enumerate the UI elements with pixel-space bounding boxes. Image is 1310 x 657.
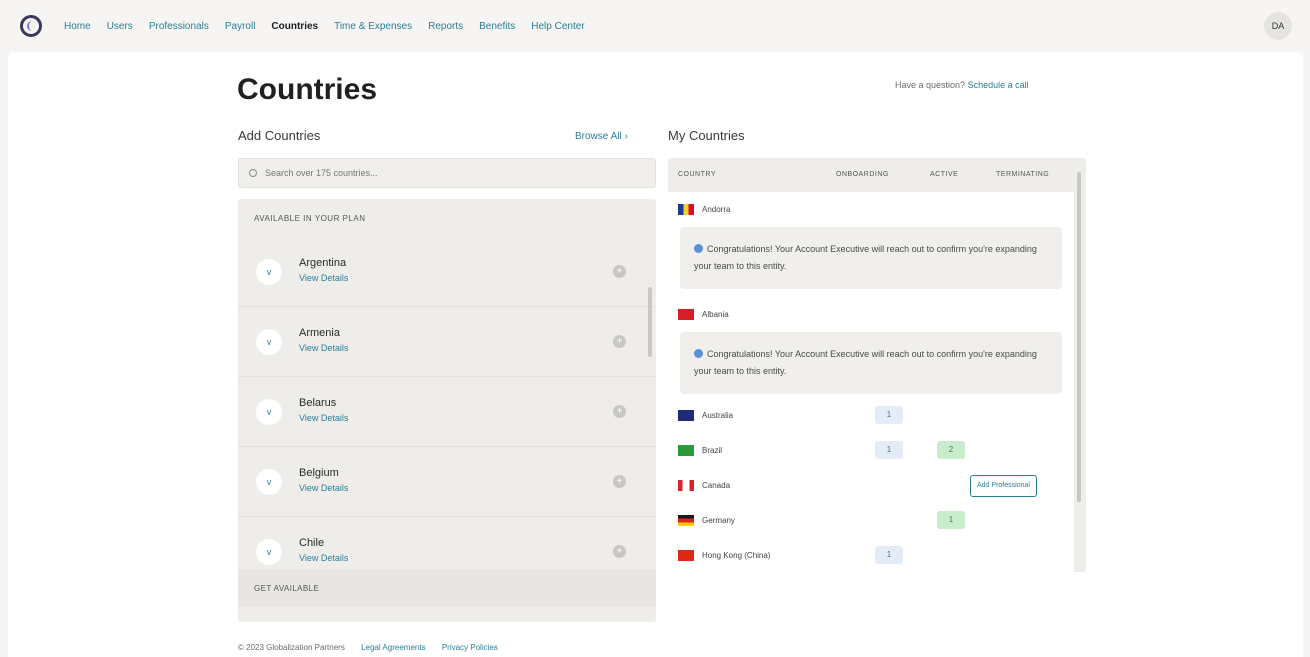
country-name: Argentina <box>299 257 347 269</box>
chevron-down-icon[interactable]: v <box>256 329 282 355</box>
table-header: Country Onboarding Active Terminating <box>668 158 1086 192</box>
nav-home[interactable]: Home <box>64 21 91 32</box>
nav-help-center[interactable]: Help Center <box>531 21 584 32</box>
add-icon[interactable]: + <box>613 475 626 488</box>
schedule-call-link[interactable]: Schedule a call <box>968 80 1029 90</box>
my-countries-heading: My Countries <box>668 128 745 143</box>
country-name: Belarus <box>299 397 337 409</box>
country-name: Andorra <box>702 205 731 214</box>
flag-canada-icon <box>678 480 694 491</box>
list-item[interactable]: v Belgium View Details + <box>238 447 656 517</box>
info-icon <box>694 244 703 253</box>
onboarding-badge[interactable]: 1 <box>875 406 903 424</box>
chevron-down-icon[interactable]: v <box>256 259 282 285</box>
country-search[interactable] <box>238 158 656 188</box>
country-name: Belgium <box>299 467 339 479</box>
notice-box: Congratulations! Your Account Executive … <box>680 227 1062 289</box>
help-text: Have a question? Schedule a call <box>895 80 1029 90</box>
add-countries-panel: Available in your plan v Argentina View … <box>238 199 656 622</box>
footer: © 2023 Globalization Partners Legal Agre… <box>238 643 498 652</box>
copyright-text: © 2023 Globalization Partners <box>238 643 345 652</box>
my-countries-table: Andorra Congratulations! Your Account Ex… <box>668 192 1074 572</box>
table-row: Andorra <box>668 192 1074 227</box>
other-group-label: Get Available <box>238 569 656 607</box>
add-icon[interactable]: + <box>613 545 626 558</box>
group-label: Available in your plan <box>254 213 366 223</box>
table-row[interactable]: Australia 1 <box>668 398 1074 433</box>
flag-brazil-icon <box>678 445 694 456</box>
browse-all-link[interactable]: Browse All › <box>575 131 628 142</box>
active-badge[interactable]: 1 <box>937 511 965 529</box>
nav-countries[interactable]: Countries <box>271 21 318 32</box>
view-details-link[interactable]: View Details <box>299 343 348 353</box>
nav-time-expenses[interactable]: Time & Expenses <box>334 21 412 32</box>
view-details-link[interactable]: View Details <box>299 413 348 423</box>
legal-agreements-link[interactable]: Legal Agreements <box>361 643 426 652</box>
list-item[interactable]: v Armenia View Details + <box>238 307 656 377</box>
scrollbar[interactable] <box>648 287 652 357</box>
country-name: Canada <box>702 481 731 490</box>
country-name: Brazil <box>702 446 723 455</box>
table-row[interactable]: Brazil 1 2 <box>668 433 1074 468</box>
chevron-down-icon[interactable]: v <box>256 469 282 495</box>
country-name: Germany <box>702 516 735 525</box>
add-countries-heading: Add Countries <box>238 128 321 143</box>
list-item[interactable]: v Chile View Details + <box>238 517 656 567</box>
country-name: Hong Kong (China) <box>702 551 771 560</box>
search-icon <box>249 169 257 177</box>
view-details-link[interactable]: View Details <box>299 273 348 283</box>
column-terminating: Terminating <box>996 171 1050 178</box>
nav-payroll[interactable]: Payroll <box>225 21 256 32</box>
search-input[interactable] <box>265 168 645 178</box>
add-icon[interactable]: + <box>613 265 626 278</box>
scrollbar[interactable] <box>1077 172 1081 502</box>
view-details-link[interactable]: View Details <box>299 553 348 563</box>
nav-professionals[interactable]: Professionals <box>149 21 209 32</box>
flag-andorra-icon <box>678 204 694 215</box>
notice-text: Congratulations! Your Account Executive … <box>694 349 1037 376</box>
my-countries-panel: Country Onboarding Active Terminating An… <box>668 158 1086 572</box>
info-icon <box>694 349 703 358</box>
country-list[interactable]: v Argentina View Details + v Armenia Vie… <box>238 237 656 567</box>
avatar[interactable]: DA <box>1264 12 1292 40</box>
column-onboarding: Onboarding <box>836 171 889 178</box>
table-row[interactable]: Germany 1 <box>668 503 1074 538</box>
column-country: Country <box>678 171 716 178</box>
notice-box: Congratulations! Your Account Executive … <box>680 332 1062 394</box>
list-item[interactable]: v Belarus View Details + <box>238 377 656 447</box>
table-row: Albania <box>668 297 1074 332</box>
page-title: Countries <box>237 73 378 106</box>
nav-benefits[interactable]: Benefits <box>479 21 515 32</box>
country-name: Albania <box>702 310 729 319</box>
onboarding-badge[interactable]: 1 <box>875 546 903 564</box>
onboarding-badge[interactable]: 1 <box>875 441 903 459</box>
add-professional-button[interactable]: Add Professional <box>970 475 1037 497</box>
flag-australia-icon <box>678 410 694 421</box>
notice-text: Congratulations! Your Account Executive … <box>694 244 1037 271</box>
country-name: Armenia <box>299 327 340 339</box>
add-icon[interactable]: + <box>613 405 626 418</box>
table-row[interactable]: Canada Add Professional <box>668 468 1074 503</box>
flag-hong-kong-icon <box>678 550 694 561</box>
table-row[interactable]: Hong Kong (China) 1 <box>668 538 1074 572</box>
help-prefix: Have a question? <box>895 80 966 90</box>
column-active: Active <box>930 171 959 178</box>
country-name: Australia <box>702 411 734 420</box>
nav-users[interactable]: Users <box>107 21 133 32</box>
flag-germany-icon <box>678 515 694 526</box>
chevron-right-icon: › <box>624 131 628 142</box>
chevron-down-icon[interactable]: v <box>256 399 282 425</box>
country-name: Chile <box>299 537 325 549</box>
view-details-link[interactable]: View Details <box>299 483 348 493</box>
privacy-policies-link[interactable]: Privacy Policies <box>442 643 498 652</box>
nav-reports[interactable]: Reports <box>428 21 463 32</box>
active-badge[interactable]: 2 <box>937 441 965 459</box>
add-icon[interactable]: + <box>613 335 626 348</box>
list-item[interactable]: v Argentina View Details + <box>238 237 656 307</box>
chevron-down-icon[interactable]: v <box>256 539 282 565</box>
logo-icon[interactable] <box>20 15 42 37</box>
top-navigation: Home Users Professionals Payroll Countri… <box>0 0 1310 52</box>
flag-albania-icon <box>678 309 694 320</box>
browse-all-label: Browse All <box>575 131 622 142</box>
